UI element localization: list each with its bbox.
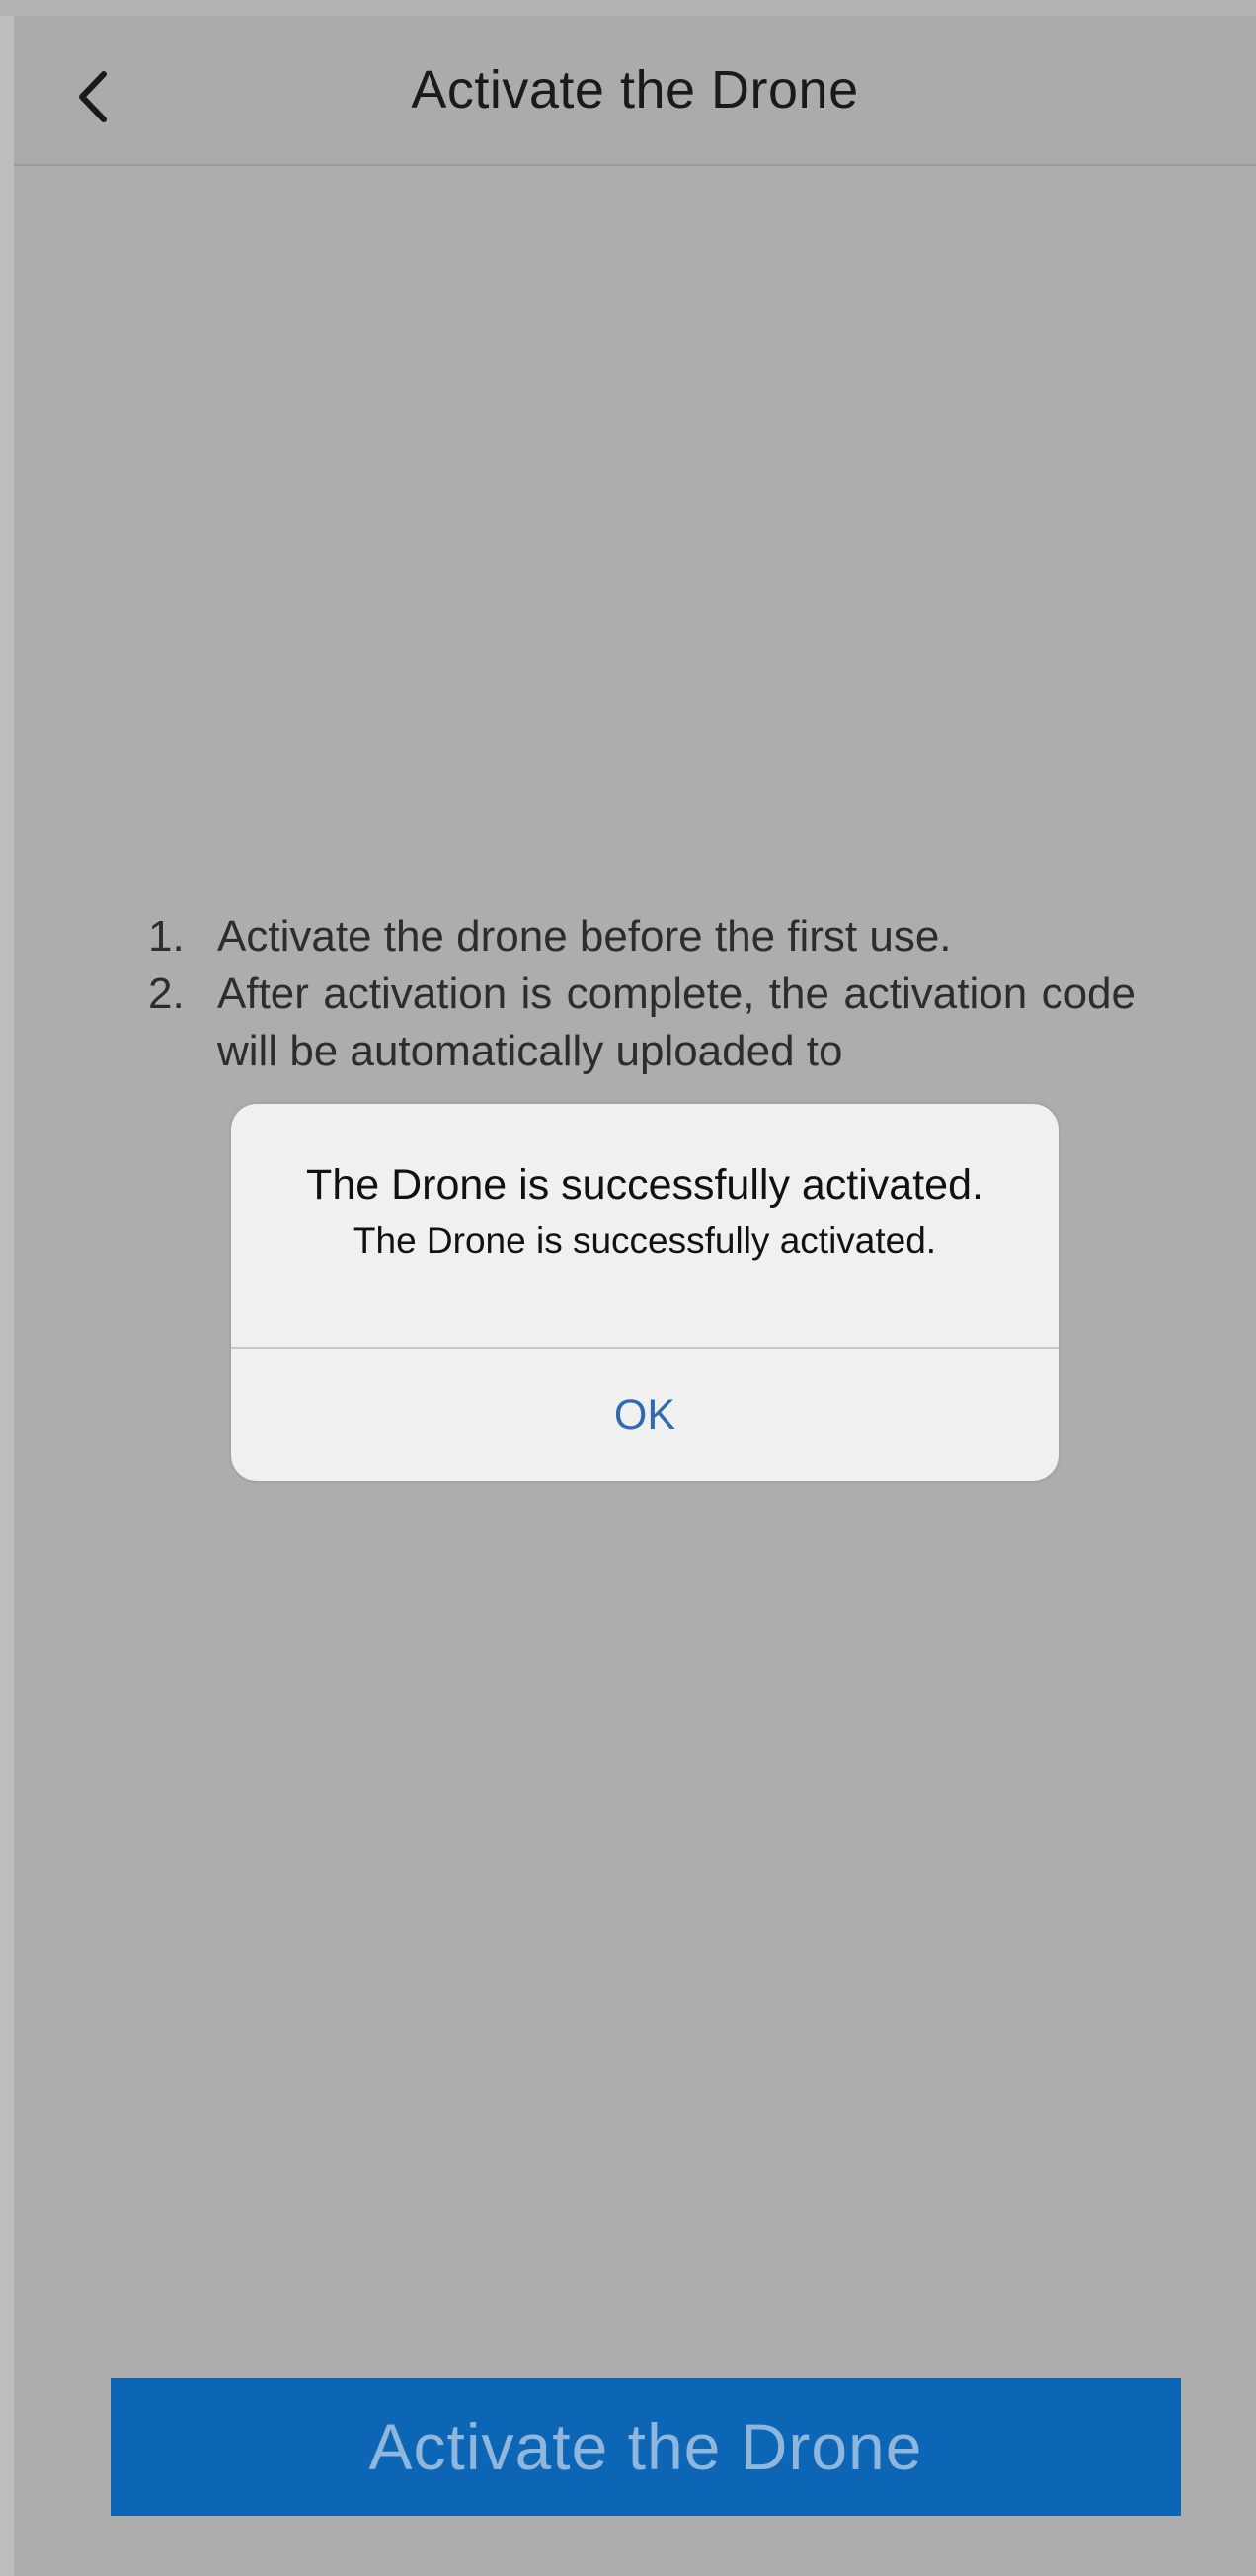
navigation-bar: Activate the Drone — [14, 16, 1256, 166]
instruction-number: 1. — [148, 912, 185, 961]
instructions-list: 1. Activate the drone before the first u… — [148, 908, 1136, 1080]
dialog-message: The Drone is successfully activated. — [353, 1220, 937, 1261]
status-bar-strip — [0, 0, 1256, 16]
screen-left-edge — [0, 16, 14, 2576]
instruction-text: Activate the drone before the first use. — [217, 912, 952, 961]
instruction-item: 2. After activation is complete, the act… — [148, 966, 1136, 1080]
instruction-number: 2. — [148, 970, 185, 1018]
instruction-text: After activation is complete, the activa… — [217, 970, 1136, 1075]
page-title: Activate the Drone — [411, 60, 859, 119]
activate-drone-button[interactable]: Activate the Drone — [111, 2378, 1181, 2516]
ok-button[interactable]: OK — [231, 1349, 1059, 1481]
dialog-title: The Drone is successfully activated. — [306, 1161, 983, 1209]
activation-success-dialog: The Drone is successfully activated. The… — [231, 1104, 1059, 1481]
instruction-item: 1. Activate the drone before the first u… — [148, 908, 1136, 966]
activate-drone-screen: Activate the Drone 1. Activate the drone… — [0, 0, 1256, 2576]
